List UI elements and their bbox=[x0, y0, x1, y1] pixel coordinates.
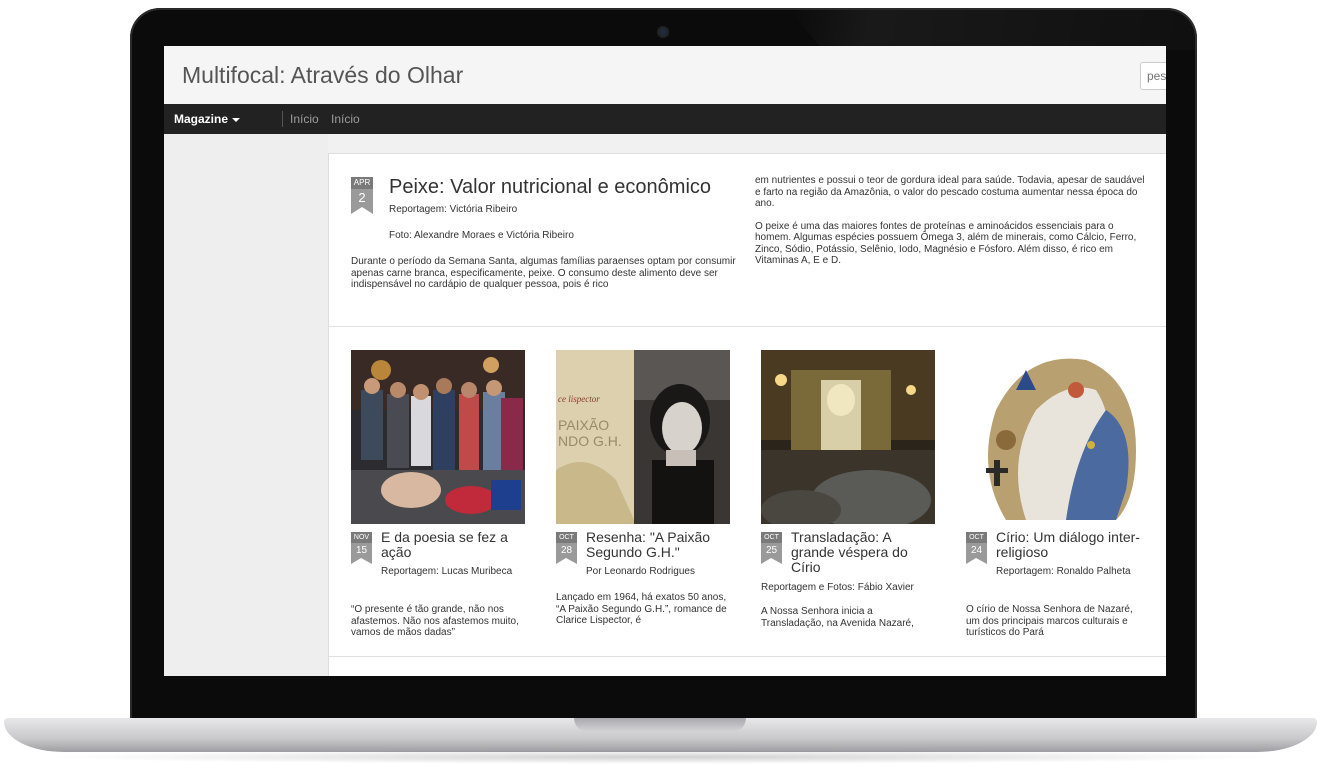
article-card[interactable]: OCT 25 Transladação: A grande véspera do… bbox=[761, 350, 935, 640]
date-badge: APR 2 bbox=[351, 177, 373, 214]
article-card[interactable]: OCT 24 Círio: Um diálogo inter-religioso… bbox=[966, 350, 1140, 640]
webcam-icon bbox=[659, 28, 667, 36]
book-cover-image: ce lispector PAIXÃO NDO G.H. bbox=[556, 350, 730, 524]
date-day: 28 bbox=[556, 543, 577, 558]
site-header: Multifocal: Através do Olhar bbox=[164, 46, 1166, 105]
nav-divider bbox=[282, 111, 283, 127]
screen-glare bbox=[790, 10, 1197, 50]
article-thumbnail[interactable] bbox=[351, 350, 525, 524]
site-title[interactable]: Multifocal: Através do Olhar bbox=[182, 62, 463, 89]
laptop-notch bbox=[574, 718, 746, 732]
featured-text-col1: Durante o período da Semana Santa, algum… bbox=[351, 256, 736, 290]
caret-down-icon bbox=[232, 117, 241, 122]
date-flag bbox=[761, 558, 782, 564]
article-excerpt: “O presente é tão grande, não nos afaste… bbox=[351, 604, 519, 638]
date-badge: OCT 28 bbox=[556, 532, 577, 564]
date-month: OCT bbox=[966, 532, 987, 543]
article-title[interactable]: Círio: Um diálogo inter-religioso bbox=[996, 530, 1140, 560]
featured-title[interactable]: Peixe: Valor nutricional e econômico bbox=[389, 176, 711, 199]
date-badge: OCT 24 bbox=[966, 532, 987, 564]
browser-screen: Multifocal: Através do Olhar Magazine In… bbox=[164, 46, 1166, 676]
sidebar bbox=[164, 134, 328, 676]
featured-text-col2: em nutrientes e possui o teor de gordura… bbox=[755, 175, 1151, 278]
date-month: APR bbox=[351, 177, 373, 189]
book-cover-script: ce lispector bbox=[558, 394, 600, 404]
date-flag bbox=[351, 558, 372, 564]
article-byline: Por Leonardo Rodrigues bbox=[586, 566, 695, 577]
article-excerpt: A Nossa Senhora inicia a Transladação, n… bbox=[761, 606, 914, 629]
navbar: Magazine Início Início bbox=[164, 104, 1166, 134]
book-cover-line1: PAIXÃO bbox=[558, 417, 609, 433]
date-month: OCT bbox=[761, 532, 782, 543]
nav-link-inicio[interactable]: Início bbox=[290, 112, 319, 126]
magazine-label: Magazine bbox=[174, 112, 229, 126]
article-title[interactable]: Resenha: "A Paixão Segundo G.H." bbox=[586, 530, 730, 560]
article-excerpt: O círio de Nossa Senhora de Nazaré, um d… bbox=[966, 604, 1133, 638]
article-byline: Reportagem: Ronaldo Palheta bbox=[996, 566, 1131, 577]
article-thumbnail[interactable] bbox=[966, 350, 1140, 524]
date-month: OCT bbox=[556, 532, 577, 543]
article-thumbnail[interactable] bbox=[761, 350, 935, 524]
date-flag bbox=[966, 558, 987, 564]
divider bbox=[329, 326, 1166, 327]
article-card[interactable]: NOV 15 E da poesia se fez a ação Reporta… bbox=[351, 350, 525, 640]
article-byline: Reportagem e Fotos: Fábio Xavier bbox=[761, 582, 914, 593]
date-flag bbox=[556, 558, 577, 564]
date-badge: OCT 25 bbox=[761, 532, 782, 564]
featured-photo-credit: Foto: Alexandre Moraes e Victória Ribeir… bbox=[389, 230, 574, 241]
featured-paragraph: O peixe é uma das maiores fontes de prot… bbox=[755, 220, 1137, 267]
article-thumbnail[interactable]: ce lispector PAIXÃO NDO G.H. bbox=[556, 350, 730, 524]
article-title[interactable]: E da poesia se fez a ação bbox=[381, 530, 525, 560]
laptop-shadow bbox=[40, 750, 1280, 764]
procession-photo-image bbox=[761, 350, 935, 524]
featured-byline: Reportagem: Victória Ribeiro bbox=[389, 204, 518, 215]
article-excerpt: Lançado em 1964, há exatos 50 anos, “A P… bbox=[556, 592, 727, 626]
date-day: 15 bbox=[351, 543, 372, 558]
date-badge: NOV 15 bbox=[351, 532, 372, 564]
main-content: APR 2 Peixe: Valor nutricional e econômi… bbox=[328, 153, 1166, 676]
book-cover-line2: NDO G.H. bbox=[558, 433, 622, 449]
article-byline: Reportagem: Lucas Muribeca bbox=[381, 566, 513, 577]
nav-link-inicio-2[interactable]: Início bbox=[331, 112, 360, 126]
crowd-photo-image bbox=[351, 350, 525, 524]
magazine-menu-button[interactable]: Magazine bbox=[174, 112, 241, 126]
date-month: NOV bbox=[351, 532, 372, 543]
featured-paragraph: em nutrientes e possui o teor de gordura… bbox=[755, 175, 1145, 209]
date-day: 2 bbox=[351, 189, 373, 207]
article-title[interactable]: Transladação: A grande véspera do Círio bbox=[791, 530, 935, 575]
divider bbox=[329, 656, 1166, 657]
search-input[interactable] bbox=[1140, 62, 1166, 90]
article-card[interactable]: ce lispector PAIXÃO NDO G.H. OCT 28 Rese… bbox=[556, 350, 730, 640]
date-day: 25 bbox=[761, 543, 782, 558]
interfaith-illustration-image bbox=[966, 350, 1140, 524]
date-flag bbox=[351, 207, 373, 214]
date-day: 24 bbox=[966, 543, 987, 558]
